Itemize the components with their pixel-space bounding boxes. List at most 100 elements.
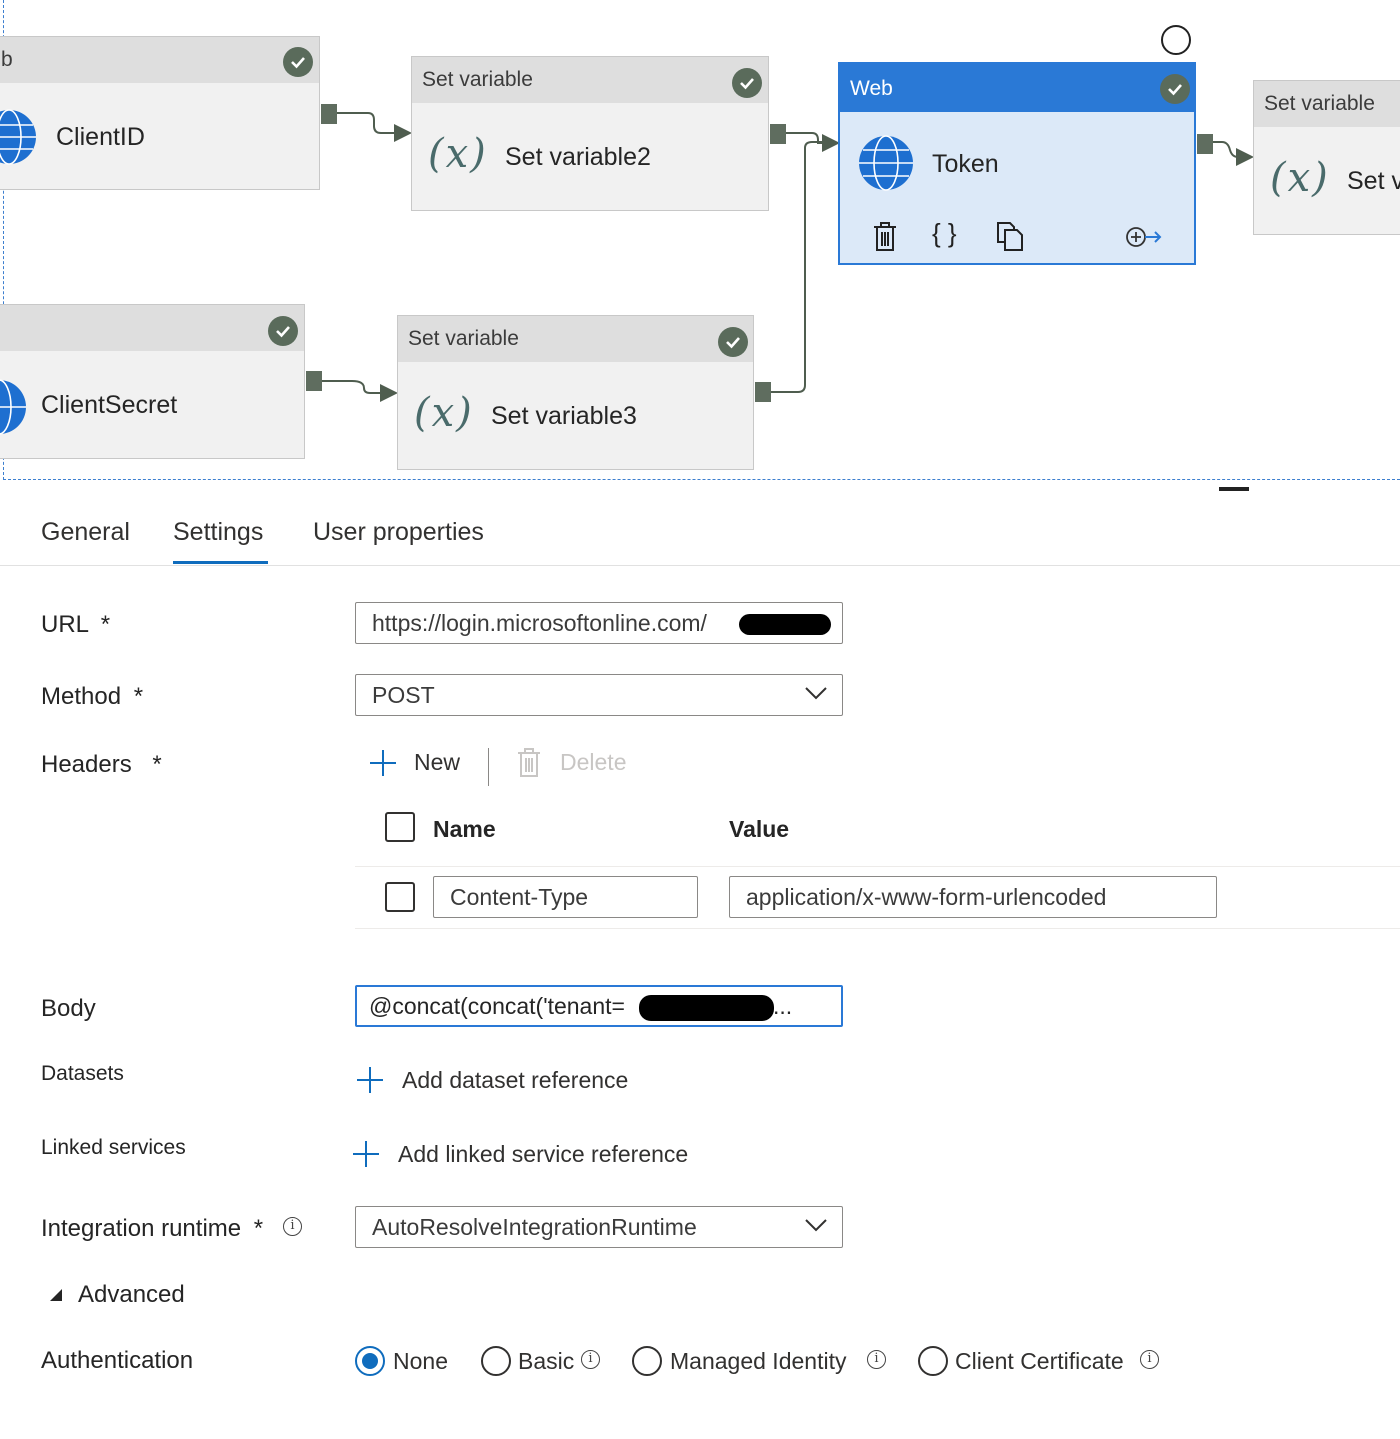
globe-icon <box>0 379 26 435</box>
required-marker: * <box>152 751 162 778</box>
redaction-mark <box>639 995 774 1021</box>
add-dataset-button[interactable]: Add dataset reference <box>355 1063 655 1097</box>
info-icon[interactable]: i <box>867 1350 886 1369</box>
output-port[interactable] <box>321 104 337 124</box>
url-label: URL * <box>41 611 110 639</box>
body-ellipsis: ... <box>773 993 793 1019</box>
integration-runtime-label: Integration runtime * <box>41 1215 263 1243</box>
method-label-text: Method <box>41 683 122 710</box>
activity-type-label: Web <box>840 64 1194 112</box>
header-value-value: application/x-www-form-urlencoded <box>746 884 1107 910</box>
tab-general[interactable]: General <box>41 518 130 547</box>
auth-option-managed-identity[interactable]: Managed Identity i <box>632 1345 902 1379</box>
radio-button[interactable] <box>481 1346 511 1376</box>
activity-name: Set variable3 <box>491 402 637 430</box>
auth-option-client-certificate[interactable]: Client Certificate i <box>918 1345 1168 1379</box>
header-grid-line <box>355 866 1400 867</box>
method-label: Method * <box>41 683 143 711</box>
headers-label: Headers * <box>41 751 162 779</box>
tab-user-properties[interactable]: User properties <box>313 518 484 547</box>
new-header-button[interactable]: New <box>368 746 468 780</box>
body-value: @concat(concat('tenant= <box>369 993 625 1019</box>
required-marker: * <box>100 611 111 638</box>
activity-name: Set variable2 <box>505 143 651 171</box>
body-input[interactable]: @concat(concat('tenant= ... <box>355 985 843 1027</box>
variable-icon: (x) <box>1270 155 1330 201</box>
auth-option-label: Basic <box>518 1348 575 1374</box>
radio-button[interactable] <box>632 1346 662 1376</box>
integration-runtime-label-text: Integration runtime <box>41 1215 242 1242</box>
activity-name: Token <box>932 150 999 178</box>
column-header-name: Name <box>433 816 496 842</box>
activity-name: ClientSecret <box>41 391 178 419</box>
row-checkbox[interactable] <box>385 882 415 912</box>
activity-type-label: Set variable <box>412 57 768 103</box>
chevron-down-icon <box>805 1219 827 1232</box>
delete-icon[interactable] <box>872 222 898 252</box>
pipeline-canvas[interactable]: b ClientID Set variable (x) Set variable… <box>0 0 1400 482</box>
linked-services-label: Linked services <box>41 1136 186 1159</box>
output-port[interactable] <box>306 371 322 391</box>
plus-icon <box>370 750 396 776</box>
url-input[interactable]: https://login.microsoftonline.com/ <box>355 602 843 644</box>
row-grid-line <box>355 928 1400 929</box>
method-value: POST <box>372 682 435 708</box>
variable-icon: (x) <box>414 390 474 436</box>
required-marker: * <box>253 1215 264 1242</box>
add-linked-service-button[interactable]: Add linked service reference <box>351 1137 711 1171</box>
redaction-mark <box>739 614 831 635</box>
activity-set-variable4[interactable]: Set variable (x) Set v <box>1253 80 1400 235</box>
panel-resize-handle[interactable] <box>1219 487 1249 491</box>
plus-icon <box>357 1067 383 1093</box>
success-check-icon <box>1160 74 1190 104</box>
activity-set-variable3[interactable]: Set variable (x) Set variable3 <box>397 315 771 470</box>
toolbar-divider <box>488 748 489 786</box>
output-port[interactable] <box>1197 134 1213 154</box>
tab-settings[interactable]: Settings <box>173 518 263 547</box>
header-name-input[interactable]: Content-Type <box>433 876 698 918</box>
advanced-toggle[interactable]: Advanced <box>48 1280 208 1312</box>
header-value-input[interactable]: application/x-www-form-urlencoded <box>729 876 1217 918</box>
success-check-icon <box>718 327 748 357</box>
success-check-icon <box>732 68 762 98</box>
copy-icon[interactable] <box>995 220 1025 252</box>
delete-header-button[interactable]: Delete <box>516 746 636 780</box>
activity-clientid[interactable]: b ClientID <box>0 36 337 190</box>
info-icon[interactable]: i <box>581 1350 600 1369</box>
activity-type-label: Set variable <box>1254 81 1400 127</box>
success-check-icon <box>268 316 298 346</box>
info-icon[interactable]: i <box>283 1217 302 1236</box>
auth-option-label: None <box>393 1348 448 1374</box>
activity-clientsecret[interactable]: ClientSecret <box>0 304 322 459</box>
output-port[interactable] <box>770 124 786 144</box>
active-tab-indicator <box>173 561 268 564</box>
headers-label-text: Headers <box>41 751 132 778</box>
output-port[interactable] <box>755 382 771 402</box>
plus-icon <box>353 1141 379 1167</box>
chevron-down-icon <box>805 687 827 700</box>
required-marker: * <box>133 683 144 710</box>
activity-token[interactable]: Web Token { } <box>838 62 1213 265</box>
add-output-icon[interactable] <box>1124 224 1164 250</box>
auth-option-none[interactable]: None <box>355 1345 465 1379</box>
method-select[interactable]: POST <box>355 674 843 716</box>
integration-runtime-value: AutoResolveIntegrationRuntime <box>372 1214 697 1240</box>
radio-button[interactable] <box>355 1346 385 1376</box>
add-dataset-label: Add dataset reference <box>402 1067 629 1093</box>
globe-icon <box>859 135 913 191</box>
code-icon[interactable]: { } <box>932 218 957 249</box>
activity-name: ClientID <box>56 123 145 151</box>
auth-option-basic[interactable]: Basic i <box>481 1345 611 1379</box>
select-all-checkbox[interactable] <box>385 812 415 842</box>
url-label-text: URL <box>41 611 89 638</box>
tab-divider <box>0 565 1400 566</box>
url-value: https://login.microsoftonline.com/ <box>372 610 707 636</box>
integration-runtime-select[interactable]: AutoResolveIntegrationRuntime <box>355 1206 843 1248</box>
activity-type-label: Set variable <box>398 316 753 362</box>
header-name-value: Content-Type <box>450 884 589 910</box>
datasets-label: Datasets <box>41 1062 124 1085</box>
new-label: New <box>414 749 461 775</box>
activity-set-variable2[interactable]: Set variable (x) Set variable2 <box>411 56 786 211</box>
info-icon[interactable]: i <box>1140 1350 1159 1369</box>
radio-button[interactable] <box>918 1346 948 1376</box>
